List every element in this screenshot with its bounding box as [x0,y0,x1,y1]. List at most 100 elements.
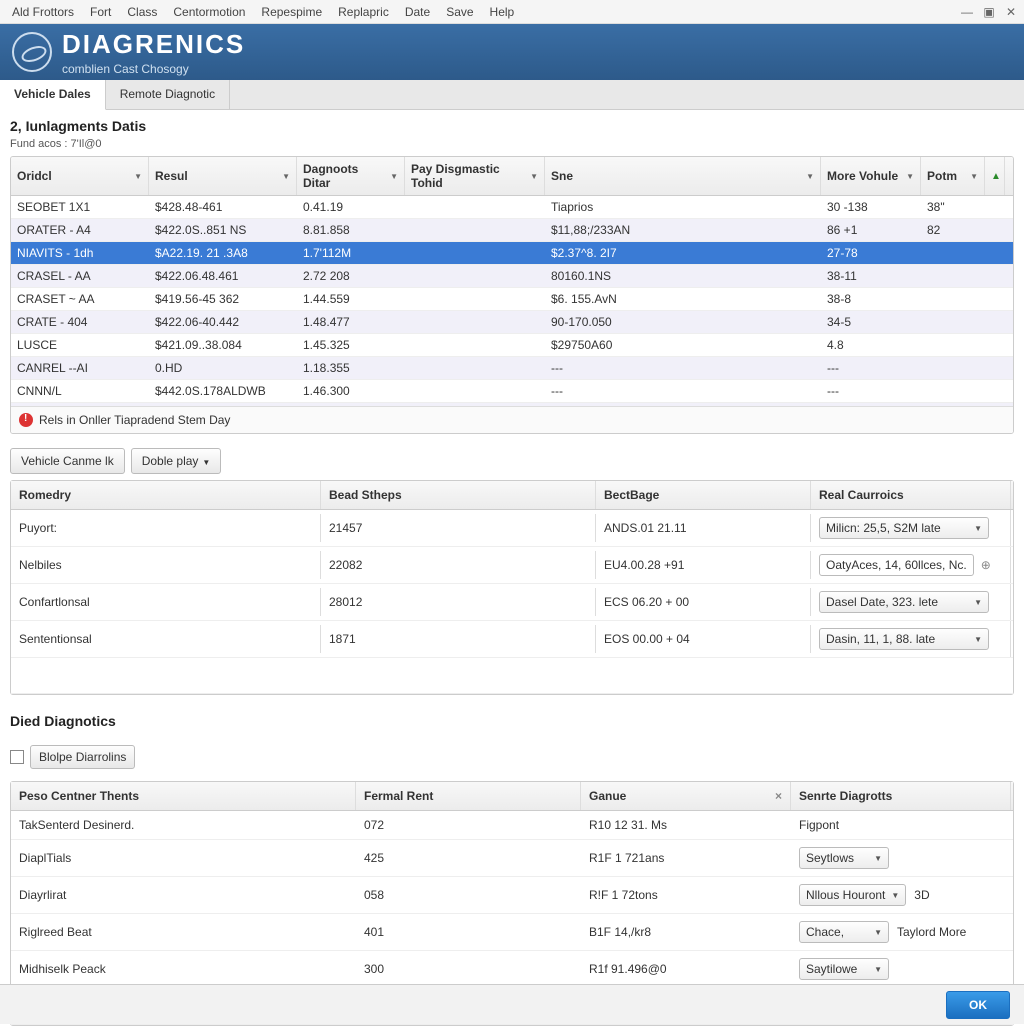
ok-button[interactable]: OK [946,991,1010,1019]
col-oridcl[interactable]: Oridcl▼ [11,157,149,195]
doble-play-button[interactable]: Doble play▼ [131,448,222,474]
col-dagnoots[interactable]: Dagnoots Ditar▼ [297,157,405,195]
chevron-down-icon: ▼ [970,172,978,181]
table-row[interactable]: ORATER - A4$422.0S..851 NS8.81.858$11,88… [11,219,1013,242]
table-row[interactable]: CRATE - 404$422.06-40.4421.48.47790-170.… [11,311,1013,334]
cell: 21457 [321,514,596,542]
table-row[interactable]: LUSCE$421.09..38.0841.45.325$29750A604.8 [11,334,1013,357]
cell: CRASEL - AA [11,265,149,287]
cell: 401 [356,918,581,946]
table-row[interactable]: NIAVITS - 1dh$A22.19. 21 .3A81.7'112M$2.… [11,242,1013,265]
cell-control: Milicn: 25,5, S2M late▼ [811,510,1011,546]
col-sort[interactable]: ▲ [985,157,1005,195]
table-row[interactable]: DiaplTials425R1F 1 721ansSeytlows▼ [11,840,1013,877]
menu-item[interactable]: Centormotion [165,5,253,19]
col-bectbage[interactable]: BectBage [596,481,811,509]
footer-bar: OK [0,984,1024,1024]
table-row[interactable]: TakSenterd Desinerd.072R10 12 31. MsFigp… [11,811,1013,840]
combo-box[interactable]: Chace,▼ [799,921,889,943]
cell: 30 -138 [821,196,921,218]
menu-bar: Ald Frottors Fort Class Centormotion Rep… [0,0,1024,24]
cell [405,380,545,402]
cell [921,334,985,356]
cell: CRATE - 404 [11,311,149,333]
col-peso[interactable]: Peso Centner Thents [11,782,356,810]
grid-header: Oridcl▼ Resul▼ Dagnoots Ditar▼ Pay Disgm… [11,157,1013,196]
menu-item[interactable]: Repespime [253,5,330,19]
vehicle-canme-button[interactable]: Vehicle Canme lk [10,448,125,474]
cell: DiaplTials [11,844,356,872]
cell: 8.81.858 [297,219,405,241]
blope-label-button[interactable]: Blolpe Diarrolins [30,745,135,769]
table-row[interactable]: CNNN/L$442.0S.178ALDWB1.46.300------ [11,380,1013,403]
combo-box[interactable]: Dasel Date, 323. lete▼ [819,591,989,613]
menu-item[interactable]: Replapric [330,5,397,19]
close-icon[interactable]: ✕ [1002,3,1020,21]
main-tabs: Vehicle Dales Remote Diagnotic [0,80,1024,110]
grid-body[interactable]: SEOBET 1X1$428.48-4610.41.19Tiaprios30 -… [11,196,1013,406]
cell: $A22.19. 21 .3A8 [149,242,297,264]
cell: ORATER - A4 [11,219,149,241]
cell: EOS 00.00 + 04 [596,625,811,653]
table-row[interactable]: Riglreed Beat401B1F 14,/kr8Chace,▼Taylor… [11,914,1013,951]
table-row[interactable]: CANREL --AI0.HD1.18.355------ [11,357,1013,380]
cell: R10 12 31. Ms [581,811,791,839]
col-ganue[interactable]: Ganue× [581,782,791,810]
cell [405,196,545,218]
cell [405,242,545,264]
cell: 1.48.477 [297,311,405,333]
tab-remote-diagnostic[interactable]: Remote Diagnotic [106,80,230,109]
col-real-caurroics[interactable]: Real Caurroics [811,481,1011,509]
clear-icon[interactable]: × [775,789,782,803]
combo-box[interactable]: Seytlows▼ [799,847,889,869]
col-potm[interactable]: Potm▼ [921,157,985,195]
detail-header: Romedry Bead Stheps BectBage Real Caurro… [11,481,1013,510]
menu-item[interactable]: Ald Frottors [4,5,82,19]
table-row[interactable]: SEOBET 1X1$428.48-4610.41.19Tiaprios30 -… [11,196,1013,219]
menu-item[interactable]: Class [119,5,165,19]
cell: NIAVITS - 1dh [11,242,149,264]
cell: $29750A60 [545,334,821,356]
menu-item[interactable]: Date [397,5,438,19]
col-sne[interactable]: Sne▼ [545,157,821,195]
cell: --- [545,380,821,402]
menu-item[interactable]: Help [482,5,523,19]
cell: R1F 1 721ans [581,844,791,872]
cell: $428.48-461 [149,196,297,218]
combo-box[interactable]: Dasin, 11, 1, 88. late▼ [819,628,989,650]
table-row[interactable]: Midhiselk Peack300R1f 91.496@0Saytilowe▼ [11,951,1013,988]
cell-control: Saytilowe▼ [791,951,1011,987]
cell: Nelbiles [11,551,321,579]
col-pay[interactable]: Pay Disgmastic Tohid▼ [405,157,545,195]
maximize-icon[interactable]: ▣ [980,3,998,21]
text-input[interactable]: OatyAces, 14, 60llces, Nc. [819,554,974,576]
cell: $6. 155.AvN [545,288,821,310]
chevron-down-icon: ▼ [134,172,142,181]
col-result[interactable]: Resul▼ [149,157,297,195]
combo-box[interactable]: Milicn: 25,5, S2M late▼ [819,517,989,539]
table-row[interactable]: Diayrlirat058R!F 1 72tonsNllous Houront▼… [11,877,1013,914]
col-more-vehicle[interactable]: More Vohule▼ [821,157,921,195]
cell: --- [821,380,921,402]
lookup-icon[interactable]: ⊕ [978,557,994,573]
combo-box[interactable]: Saytilowe▼ [799,958,889,980]
menu-item[interactable]: Save [438,5,481,19]
table-row[interactable]: A1I8A - CLIM$10TCBN1.14.428------ [11,403,1013,406]
cell: 38" [921,196,985,218]
cell [405,311,545,333]
col-romedry[interactable]: Romedry [11,481,321,509]
col-senrte[interactable]: Senrte Diagrotts [791,782,1011,810]
table-row[interactable]: CRASEL - AA$422.06.48.4612.72 20880160.1… [11,265,1013,288]
combo-box[interactable]: Nllous Houront▼ [799,884,906,906]
menu-item[interactable]: Fort [82,5,119,19]
tab-vehicle-dates[interactable]: Vehicle Dales [0,80,106,110]
col-fermal[interactable]: Fermal Rent [356,782,581,810]
cell: A1I8A - CLIM [11,403,149,406]
table-row[interactable]: CRASET ~ AA$419.56-45 3621.44.559$6. 155… [11,288,1013,311]
cell: --- [821,403,921,406]
col-bead-stheps[interactable]: Bead Stheps [321,481,596,509]
minimize-icon[interactable]: — [958,3,976,21]
cell: $10TCBN [149,403,297,406]
blope-checkbox[interactable] [10,750,24,764]
cell: Puyort: [11,514,321,542]
